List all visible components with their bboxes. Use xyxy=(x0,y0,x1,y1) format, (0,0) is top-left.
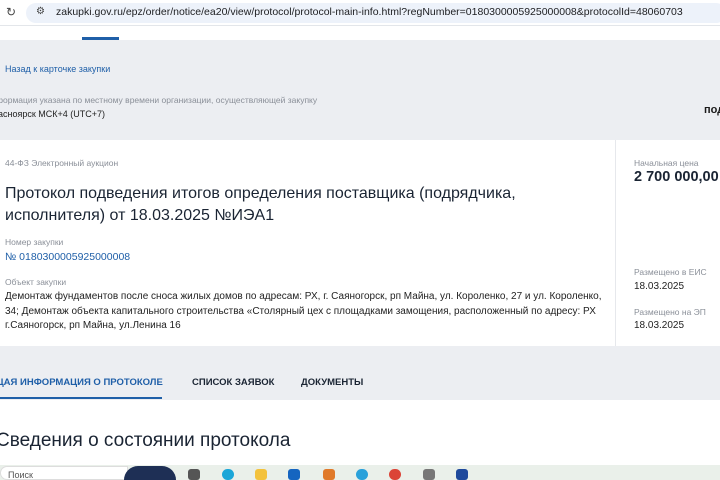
file-explorer-icon[interactable] xyxy=(255,469,267,480)
edge-icon[interactable] xyxy=(222,469,234,480)
object-label: Объект закупки xyxy=(5,277,67,287)
widget-icon[interactable] xyxy=(124,466,176,480)
url-text[interactable]: zakupki.gov.ru/epz/order/notice/ea20/vie… xyxy=(56,6,683,18)
tab-applications[interactable]: СПИСОК ЗАЯВОК xyxy=(192,377,274,388)
price-label: Начальная цена xyxy=(634,158,699,168)
site-settings-icon[interactable]: ⚙ xyxy=(36,6,45,17)
app-icon[interactable] xyxy=(423,469,435,480)
chrome-icon[interactable] xyxy=(389,469,401,480)
task-view-icon[interactable] xyxy=(188,469,200,480)
eis-label: Размещено в ЕИС xyxy=(634,267,707,277)
tab-general-info[interactable]: ЩАЯ ИНФОРМАЦИЯ О ПРОТОКОЛЕ xyxy=(0,377,163,388)
taskbar-search-text[interactable]: Поиск xyxy=(8,470,33,480)
price-value: 2 700 000,00 xyxy=(634,169,719,185)
header-panel xyxy=(0,40,720,140)
card-divider xyxy=(615,140,616,346)
section-title: Сведения о состоянии протокола xyxy=(0,430,291,451)
tabs-bar xyxy=(0,346,720,400)
purchase-number-link[interactable]: № 0180300005925000008 xyxy=(5,251,130,263)
photoshop-icon[interactable] xyxy=(456,469,468,480)
eis-date: 18.03.2025 xyxy=(634,281,685,292)
object-text: Демонтаж фундаментов после сноса жилых д… xyxy=(5,291,602,331)
subscribe-button[interactable]: под xyxy=(704,104,720,116)
back-to-card-link[interactable]: Назад к карточке закупки xyxy=(5,64,110,74)
vlc-icon[interactable] xyxy=(323,469,335,480)
outlook-icon[interactable] xyxy=(288,469,300,480)
ep-label: Размещено на ЭП xyxy=(634,307,706,317)
timezone-note: формация указана по местному времени орг… xyxy=(0,95,318,105)
timezone-value: асноярск МСК+4 (UTC+7) xyxy=(0,109,106,119)
reload-icon[interactable]: ↻ xyxy=(6,5,16,19)
number-label: Номер закупки xyxy=(5,237,64,247)
active-tab-indicator xyxy=(0,397,162,399)
ep-date: 18.03.2025 xyxy=(634,320,685,331)
page-title: Протокол подведения итогов определения п… xyxy=(5,185,516,224)
telegram-icon[interactable] xyxy=(356,469,368,480)
law-type: 44-ФЗ Электронный аукцион xyxy=(5,158,119,168)
tab-documents[interactable]: ДОКУМЕНТЫ xyxy=(301,377,363,388)
